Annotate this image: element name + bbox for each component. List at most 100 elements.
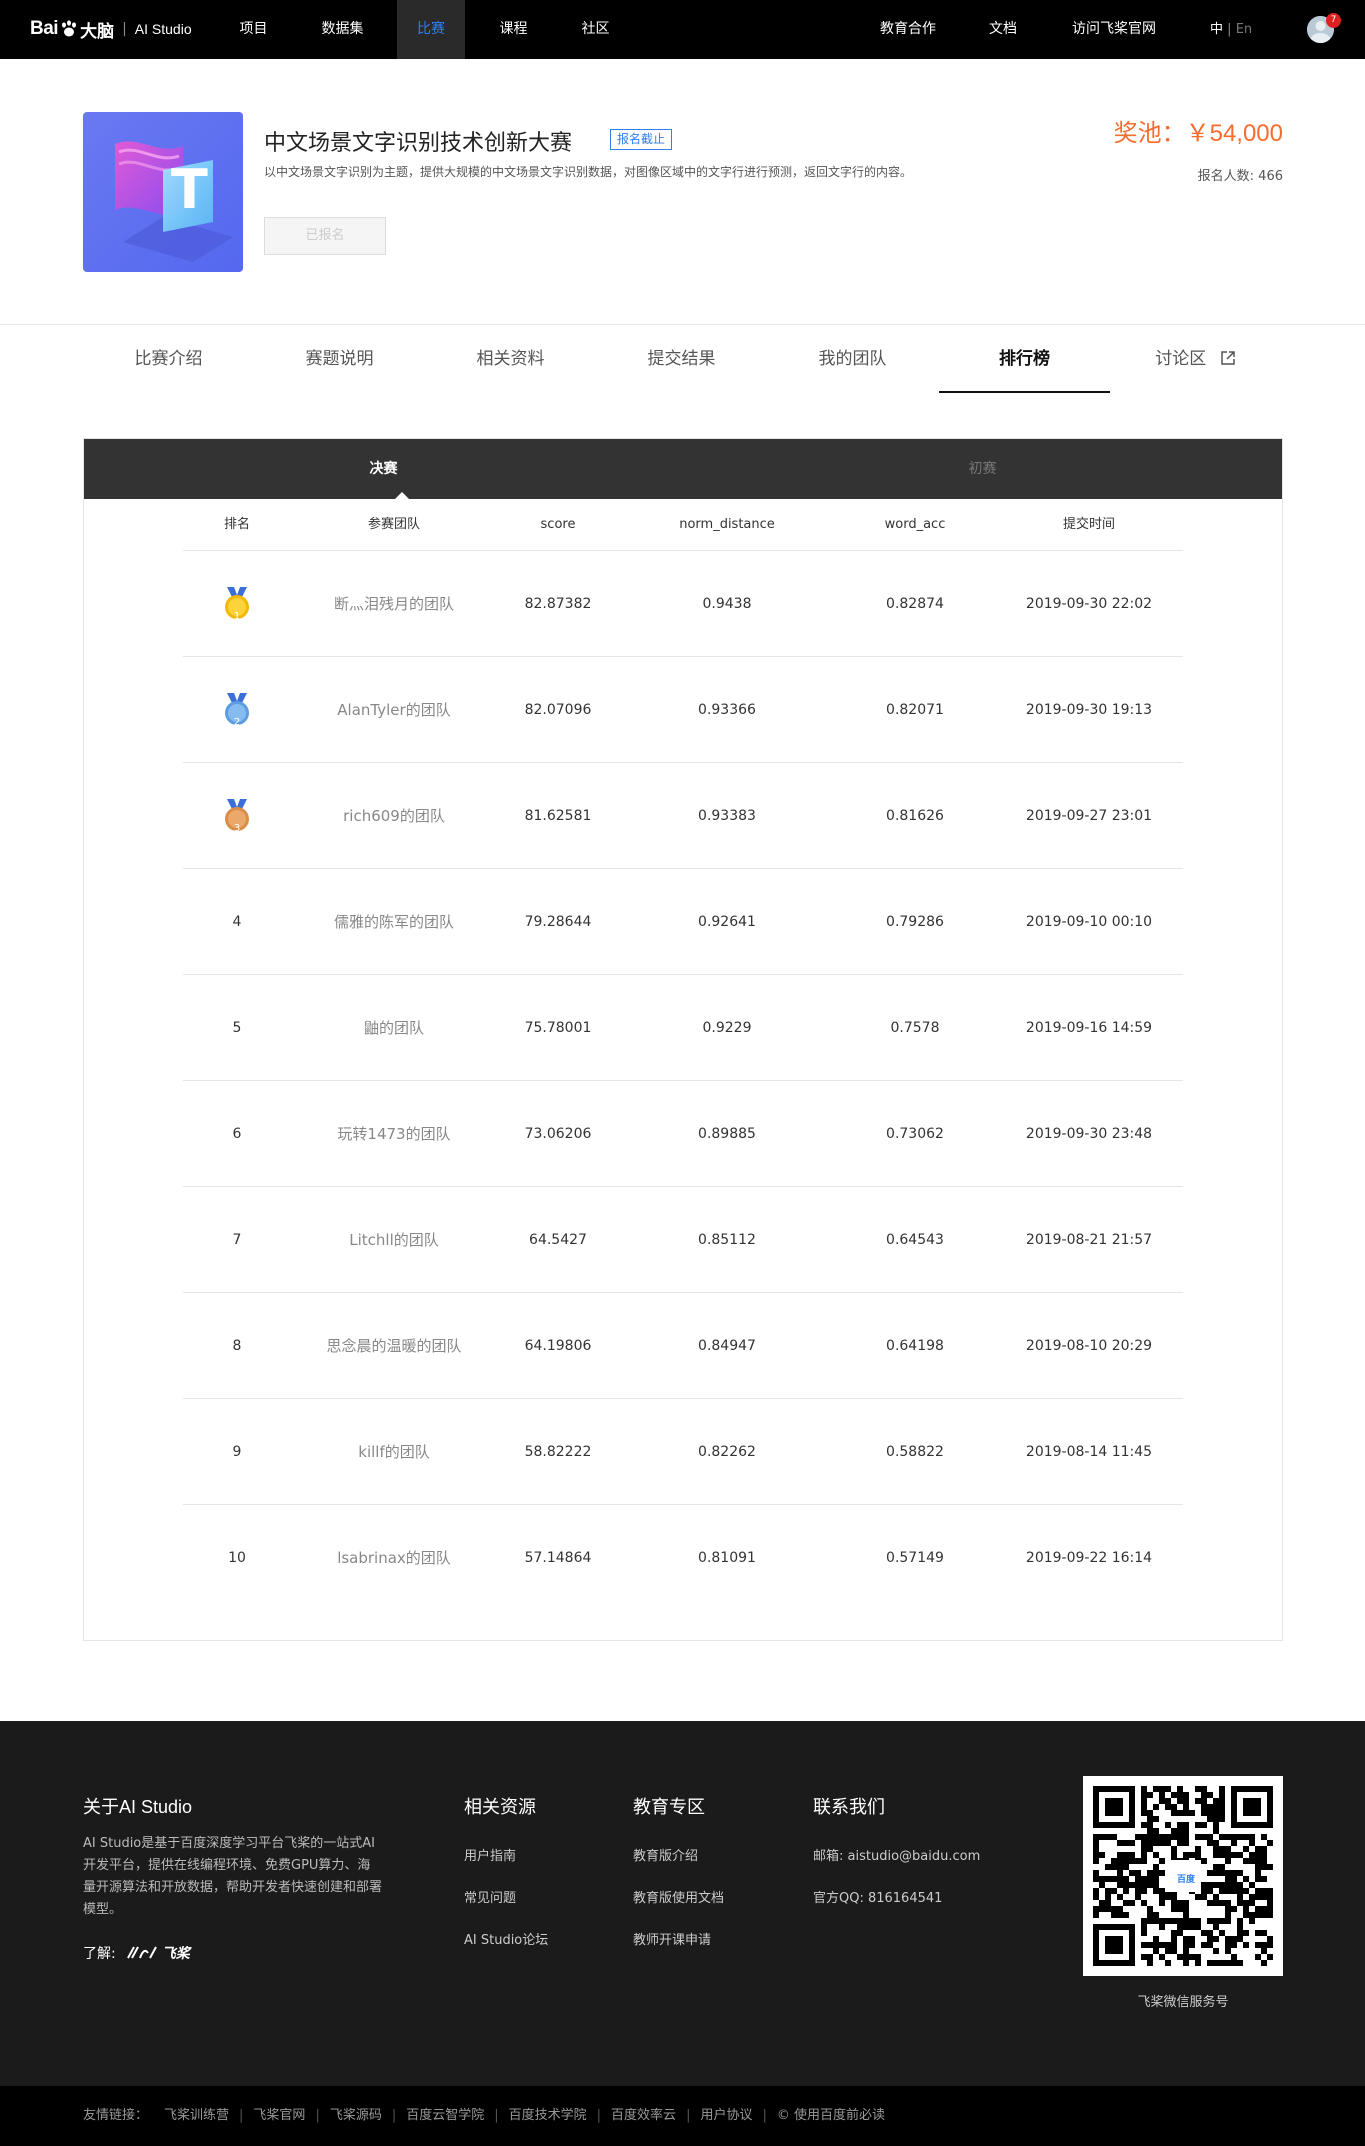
qr-module	[1165, 1786, 1171, 1792]
bottom-link-paddle-source[interactable]: 飞桨源码	[330, 2086, 382, 2146]
rank-value: 6	[232, 1126, 242, 1142]
qr-module	[1105, 1906, 1111, 1912]
notification-badge[interactable]: 7	[1326, 13, 1341, 28]
qr-module	[1207, 1816, 1213, 1822]
team-name[interactable]: AlanTyler的团队	[337, 657, 450, 763]
qr-module	[1207, 1960, 1213, 1966]
qr-module	[1123, 1840, 1129, 1846]
signed-up-button[interactable]: 已报名	[264, 217, 386, 255]
stage-switcher: 决赛 初赛	[84, 439, 1282, 499]
qr-module	[1195, 1924, 1201, 1930]
qr-module	[1153, 1936, 1159, 1942]
tab-intro[interactable]: 比赛介绍	[83, 325, 254, 393]
qr-module	[1231, 1936, 1237, 1942]
footer-link-forum[interactable]: AI Studio论坛	[464, 1929, 548, 1948]
footer-contact-email[interactable]: 邮箱: aistudio@baidu.com	[813, 1845, 980, 1864]
tab-materials[interactable]: 相关资料	[425, 325, 596, 393]
stage-tab-final[interactable]: 决赛	[84, 439, 683, 499]
paddle-logo-text[interactable]: 飞桨	[162, 1943, 190, 1963]
qr-module	[1117, 1870, 1123, 1876]
score-value: 82.87382	[524, 596, 592, 612]
team-name[interactable]: 儒雅的陈军的团队	[334, 869, 454, 975]
qr-module	[1183, 1798, 1189, 1804]
score-value: 57.14864	[524, 1550, 592, 1566]
nav-item-projects[interactable]: 项目	[226, 0, 281, 59]
team-name[interactable]: rich609的团队	[343, 763, 445, 869]
qr-module	[1165, 1834, 1171, 1840]
team-name[interactable]: killf的团队	[358, 1399, 429, 1505]
qr-module	[1147, 1912, 1153, 1918]
footer-link-user-guide[interactable]: 用户指南	[464, 1845, 516, 1864]
bottom-link-user-agreement[interactable]: 用户协议	[700, 2086, 752, 2146]
qr-module	[1105, 1888, 1111, 1894]
friendly-links-bar: 友情链接： 飞桨训练营 | 飞桨官网 | 飞桨源码 | 百度云智学院 | 百度技…	[0, 2086, 1365, 2146]
qr-module	[1105, 1834, 1111, 1840]
submit-time-value: 2019-08-21 21:57	[1025, 1232, 1153, 1248]
table-row: 1 断灬泪残月的团队 82.87382 0.9438 0.82874 2019-…	[183, 551, 1183, 657]
footer-link-faq[interactable]: 常见问题	[464, 1887, 516, 1906]
qr-module	[1135, 1858, 1141, 1864]
nav-item-docs[interactable]: 文档	[983, 0, 1023, 59]
qr-module	[1225, 1906, 1231, 1912]
table-row: 6 玩转1473的团队 73.06206 0.89885 0.73062 201…	[183, 1081, 1183, 1187]
team-name[interactable]: 鼬的团队	[364, 975, 424, 1081]
nav-item-courses[interactable]: 课程	[486, 0, 541, 59]
tab-leaderboard[interactable]: 排行榜	[939, 325, 1110, 393]
stage-tab-preliminary[interactable]: 初赛	[683, 439, 1282, 499]
tab-discussion[interactable]: 讨论区	[1110, 325, 1281, 393]
qr-module	[1201, 1792, 1207, 1798]
qr-module	[1105, 1876, 1111, 1882]
footer-about-text: AI Studio是基于百度深度学习平台飞桨的一站式AI开发平台，提供在线编程环…	[83, 1836, 383, 1917]
footer-link-edu-intro[interactable]: 教育版介绍	[633, 1845, 698, 1864]
nav-item-community[interactable]: 社区	[568, 0, 623, 59]
qr-module	[1159, 1954, 1165, 1960]
qr-module	[1153, 1840, 1159, 1846]
team-name[interactable]: 思念晨的温暖的团队	[326, 1293, 461, 1399]
competition-cover-image: T	[83, 112, 243, 272]
team-name[interactable]: 玩转1473的团队	[337, 1081, 450, 1187]
nav-item-education[interactable]: 教育合作	[872, 0, 944, 59]
prize-pool: 奖池：￥54,000	[1113, 120, 1283, 147]
qr-module	[1171, 1930, 1177, 1936]
bottom-link-divider: |	[762, 2108, 767, 2123]
lang-en[interactable]: En	[1236, 22, 1252, 37]
qr-module	[1153, 1918, 1159, 1924]
qr-module	[1111, 1888, 1117, 1894]
qr-module	[1183, 1828, 1189, 1834]
qr-module	[1213, 1816, 1219, 1822]
footer-link-edu-docs[interactable]: 教育版使用文档	[633, 1887, 724, 1906]
lang-zh[interactable]: 中	[1210, 22, 1223, 37]
language-switch[interactable]: 中 | En	[1210, 0, 1252, 59]
bottom-link-training-camp[interactable]: 飞桨训练营	[164, 2086, 229, 2146]
bottom-link-baidu-notice[interactable]: © 使用百度前必读	[777, 2086, 885, 2146]
nav-item-datasets[interactable]: 数据集	[310, 0, 375, 59]
column-header-submit-time: 提交时间	[1062, 517, 1116, 532]
word-acc-value: 0.82071	[886, 702, 944, 718]
qr-module	[1261, 1888, 1267, 1894]
team-name[interactable]: 断灬泪残月的团队	[334, 551, 454, 657]
baidu-ai-studio-logo[interactable]: Bai 大脑 | AI Studio	[30, 17, 192, 41]
qr-module	[1093, 1876, 1099, 1882]
qr-module	[1141, 1888, 1147, 1894]
team-name[interactable]: lsabrinax的团队	[337, 1505, 451, 1611]
nav-item-paddle-site[interactable]: 访问飞桨官网	[1068, 0, 1160, 59]
paddle-logo-icon[interactable]	[126, 1944, 160, 1962]
qr-module	[1219, 1798, 1225, 1804]
qr-module	[1213, 1924, 1219, 1930]
tab-problem[interactable]: 赛题说明	[254, 325, 425, 393]
team-name[interactable]: Litchll的团队	[349, 1187, 439, 1293]
nav-item-competitions[interactable]: 比赛	[397, 0, 465, 59]
tab-my-team[interactable]: 我的团队	[767, 325, 938, 393]
tab-submit[interactable]: 提交结果	[596, 325, 767, 393]
bottom-link-tech-academy[interactable]: 百度技术学院	[509, 2086, 587, 2146]
bottom-link-efficiency-cloud[interactable]: 百度效率云	[611, 2086, 676, 2146]
bottom-link-cloud-academy[interactable]: 百度云智学院	[406, 2086, 484, 2146]
qr-module	[1267, 1912, 1273, 1918]
qr-module	[1093, 1912, 1099, 1918]
qr-module	[1189, 1924, 1195, 1930]
qr-module	[1261, 1912, 1267, 1918]
footer-link-teacher-apply[interactable]: 教师开课申请	[633, 1929, 711, 1948]
qr-module	[1207, 1840, 1213, 1846]
bottom-link-paddle-site[interactable]: 飞桨官网	[253, 2086, 305, 2146]
qr-module	[1219, 1900, 1225, 1906]
